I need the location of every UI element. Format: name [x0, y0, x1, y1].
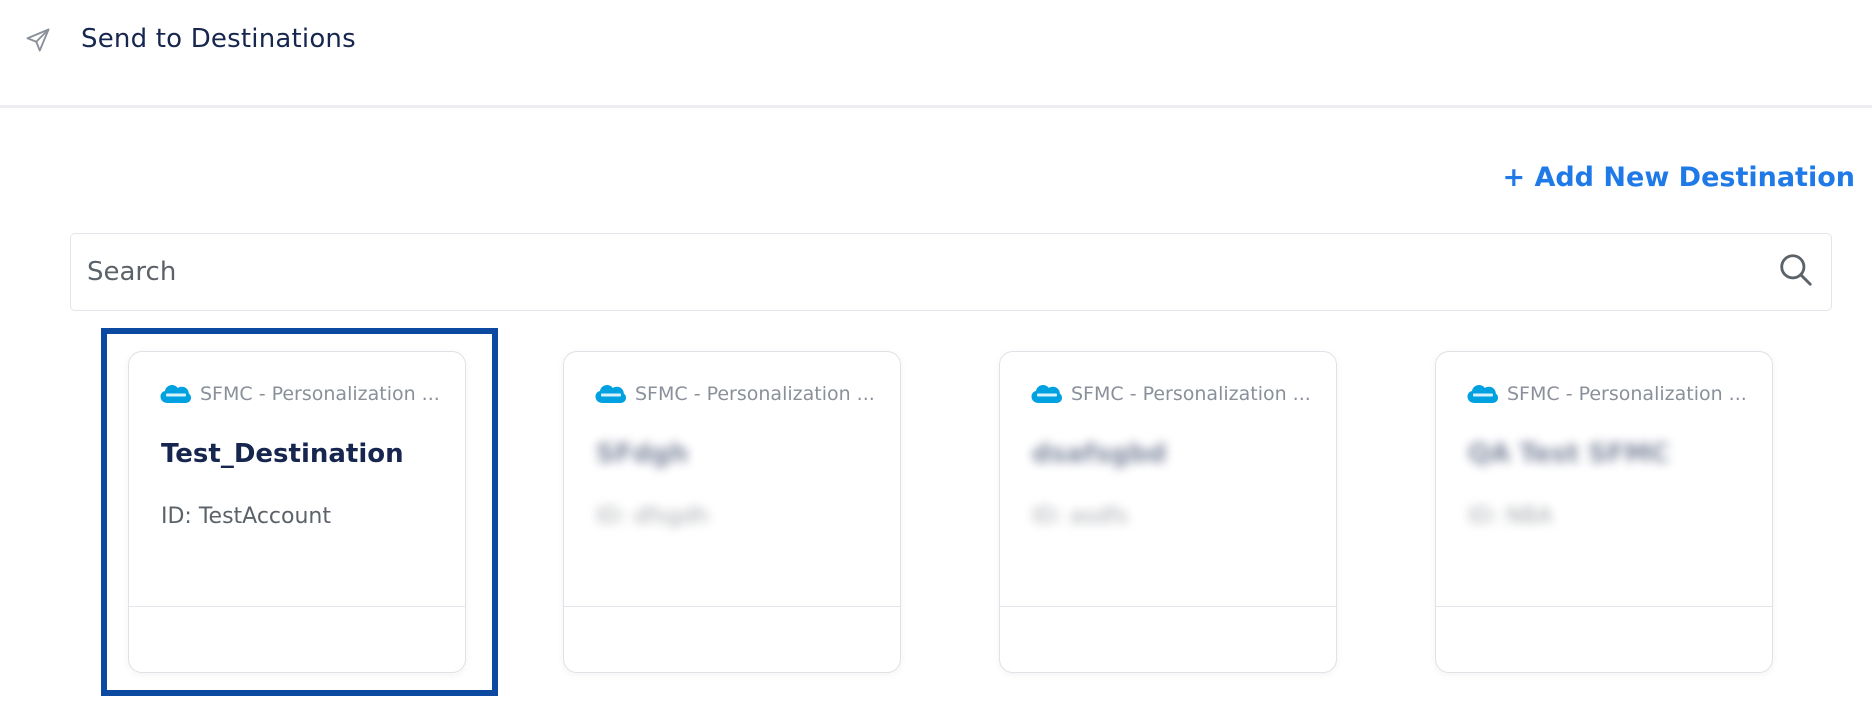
- send-icon: [26, 28, 50, 52]
- card-footer: [1436, 606, 1772, 607]
- salesforce-logo-icon: [595, 385, 626, 403]
- card-footer: [564, 606, 900, 607]
- salesforce-logo-icon: [160, 385, 191, 403]
- card-name: dsafsgbd: [1032, 439, 1167, 469]
- card-name: Test_Destination: [161, 439, 404, 469]
- card-type: SFMC - Personalization ...: [1030, 380, 1330, 408]
- destination-card[interactable]: SFMC - Personalization ... SFdgh ID: dfs…: [563, 351, 901, 673]
- salesforce-logo-icon: [1467, 385, 1498, 403]
- card-type-label: SFMC - Personalization ...: [1507, 383, 1747, 405]
- search-box: [70, 233, 1832, 311]
- card-type-label: SFMC - Personalization ...: [635, 383, 875, 405]
- search-icon[interactable]: [1777, 251, 1815, 289]
- card-type: SFMC - Personalization ...: [159, 380, 459, 408]
- search-input[interactable]: [87, 234, 1747, 309]
- page-header: Send to Destinations: [0, 0, 1872, 108]
- destination-card[interactable]: SFMC - Personalization ... dsafsgbd ID: …: [999, 351, 1337, 673]
- salesforce-logo-icon: [1031, 385, 1062, 403]
- card-id: ID: dfsgdh: [596, 504, 709, 529]
- destination-card[interactable]: SFMC - Personalization ... Test_Destinat…: [128, 351, 466, 673]
- destination-card[interactable]: SFMC - Personalization ... QA Test SFMC …: [1435, 351, 1773, 673]
- card-name: SFdgh: [596, 439, 689, 469]
- card-footer: [1000, 606, 1336, 607]
- card-id: ID: asdfs: [1032, 504, 1128, 529]
- page-title: Send to Destinations: [81, 24, 356, 54]
- card-id: ID: TestAccount: [161, 504, 331, 529]
- card-id: ID: NBA: [1468, 504, 1553, 529]
- add-new-destination-link[interactable]: + Add New Destination: [1502, 162, 1855, 193]
- card-type: SFMC - Personalization ...: [1466, 380, 1766, 408]
- card-type-label: SFMC - Personalization ...: [1071, 383, 1311, 405]
- card-type: SFMC - Personalization ...: [594, 380, 894, 408]
- card-footer: [129, 606, 465, 607]
- card-type-label: SFMC - Personalization ...: [200, 383, 440, 405]
- card-name: QA Test SFMC: [1468, 439, 1670, 469]
